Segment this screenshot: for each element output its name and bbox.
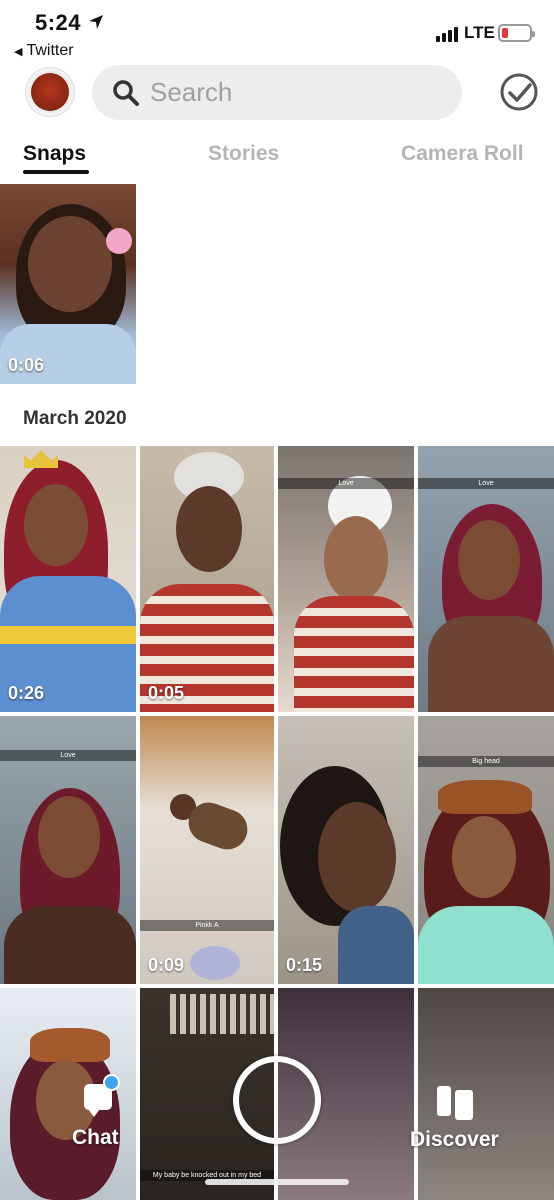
battery-icon — [498, 24, 535, 42]
snap-thumbnail[interactable]: 0:06 — [0, 184, 136, 384]
clock: 5:24 — [35, 10, 82, 35]
avatar[interactable] — [26, 68, 74, 116]
snap-thumbnail[interactable]: Love — [418, 446, 554, 712]
snap-duration: 0:26 — [8, 683, 45, 703]
section-date-header: March 2020 — [23, 408, 127, 429]
snap-thumbnail[interactable]: 0:15 — [278, 716, 414, 984]
status-bar: 5:24 ◀ Twitter LTE — [0, 0, 554, 66]
cellular-signal-icon — [436, 26, 458, 42]
capture-button[interactable] — [233, 1056, 321, 1144]
snap-thumbnail[interactable]: Love — [278, 446, 414, 712]
snap-thumbnail[interactable]: 0:26 — [0, 446, 136, 712]
tab-stories[interactable]: Stories — [208, 142, 279, 166]
snap-caption: Pinkk A — [140, 920, 274, 931]
snap-duration: 0:05 — [148, 683, 185, 703]
discover-cards-icon — [437, 1086, 451, 1116]
search-input[interactable]: Search — [150, 77, 232, 108]
snap-thumbnail[interactable]: 0:05 — [140, 446, 274, 712]
active-tab-indicator — [23, 170, 89, 174]
memories-tabs: Snaps Stories Camera Roll — [0, 138, 554, 178]
chat-button[interactable]: Chat — [70, 1074, 130, 1168]
tab-snaps[interactable]: Snaps — [23, 142, 86, 166]
snap-duration: 0:06 — [8, 355, 45, 375]
network-type: LTE — [464, 23, 495, 42]
snap-caption: Big head — [418, 756, 554, 767]
snap-caption: Love — [278, 478, 414, 489]
snap-duration: 0:09 — [148, 955, 185, 975]
discover-label: Discover — [410, 1128, 499, 1151]
search-bar[interactable]: Search — [92, 65, 462, 120]
back-to-app-link[interactable]: ◀ Twitter — [14, 42, 74, 60]
search-icon — [113, 79, 139, 106]
back-app-label: Twitter — [26, 42, 74, 59]
snap-thumbnail[interactable]: Pinkk A 0:09 — [140, 716, 274, 984]
home-indicator[interactable] — [205, 1179, 349, 1185]
select-check-icon[interactable] — [499, 72, 539, 112]
notification-dot — [103, 1074, 120, 1091]
discover-button[interactable]: Discover — [410, 1080, 510, 1160]
back-triangle-icon: ◀ — [14, 45, 23, 58]
chat-label: Chat — [72, 1126, 119, 1149]
snap-thumbnail[interactable]: Love — [0, 716, 136, 984]
location-arrow-icon — [89, 15, 103, 29]
snap-caption: Love — [0, 750, 136, 761]
snap-thumbnail[interactable]: Big head — [418, 716, 554, 984]
snap-caption: Love — [418, 478, 554, 489]
snap-duration: 0:15 — [286, 955, 323, 975]
tab-camera-roll[interactable]: Camera Roll — [401, 142, 524, 166]
